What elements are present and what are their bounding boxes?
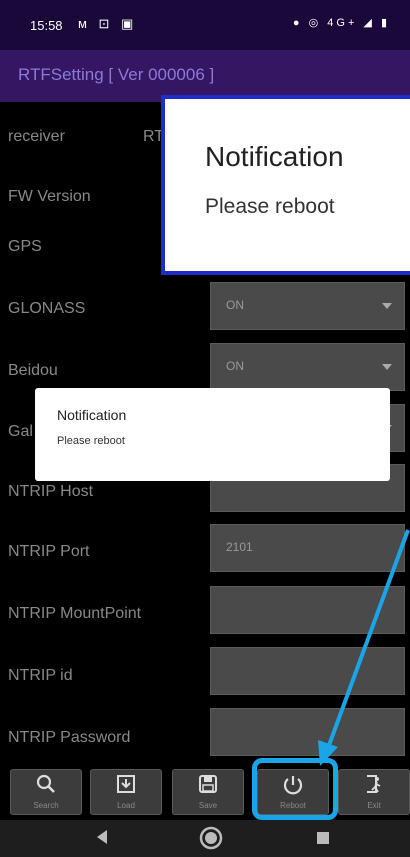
annotation-arrow: [318, 529, 410, 766]
back-icon[interactable]: [95, 829, 109, 850]
system-nav-bar: [0, 820, 410, 857]
recents-icon[interactable]: [316, 831, 330, 850]
home-icon[interactable]: [198, 825, 224, 856]
